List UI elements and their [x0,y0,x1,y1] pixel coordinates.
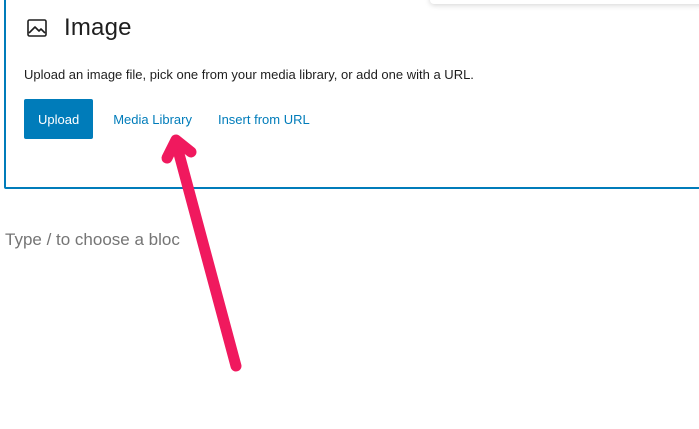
image-block-placeholder[interactable]: Image Upload an image file, pick one fro… [4,0,699,189]
editor-canvas: Image Upload an image file, pick one fro… [0,0,699,429]
block-title: Image [64,14,132,41]
block-appender-placeholder[interactable]: Type / to choose a bloc [5,230,180,250]
image-icon [26,17,48,39]
block-actions: Upload Media Library Insert from URL [24,99,310,139]
upload-button[interactable]: Upload [24,99,94,139]
block-instructions: Upload an image file, pick one from your… [24,67,474,82]
insert-from-url-button[interactable]: Insert from URL [218,99,310,139]
media-library-button[interactable]: Media Library [113,99,192,139]
block-header: Image [26,14,132,42]
